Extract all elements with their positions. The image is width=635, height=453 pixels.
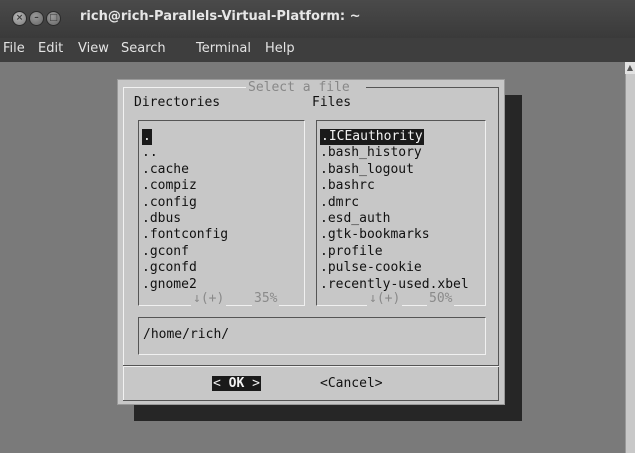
directories-list-item[interactable]: . (142, 129, 228, 146)
directories-item-label: .gnome2 (142, 276, 197, 292)
directories-list-item[interactable]: .fontconfig (142, 227, 228, 243)
ok-button-label: OK (228, 376, 245, 391)
directories-item-label: .config (142, 194, 197, 210)
directories-list-item[interactable]: .cache (142, 162, 228, 178)
directories-scroll-indicator: ↓(+) (191, 291, 227, 306)
dialog-border (123, 400, 499, 401)
directories-item-label: .cache (142, 161, 189, 177)
dialog-title: Select a file (248, 80, 350, 95)
files-item-label: .bash_history (320, 145, 422, 161)
menu-file[interactable]: File (3, 41, 25, 56)
files-item-label: .dmrc (320, 194, 360, 210)
files-item-label: .ICEauthority (320, 129, 424, 146)
menu-edit[interactable]: Edit (38, 41, 63, 56)
ok-button-left-bracket: < (213, 376, 221, 391)
directories-item-label: .fontconfig (142, 227, 229, 243)
files-list-item[interactable]: .bash_logout (320, 162, 469, 178)
directories-list[interactable]: ... .cache .compiz .config .dbus .fontconfig.… (138, 120, 305, 306)
directories-list-item[interactable]: .gconfd (142, 260, 228, 276)
directories-item-label: .gconfd (142, 260, 197, 276)
files-list-item[interactable]: .esd_auth (320, 211, 469, 227)
files-label: Files (312, 95, 352, 110)
minimize-window-button[interactable]: – (29, 11, 44, 26)
files-items: .ICEauthority .bash_history .bash_logout .b… (320, 129, 469, 293)
directories-list-item[interactable]: .dbus (142, 211, 228, 227)
directories-item-label: .. (142, 145, 158, 161)
close-window-button[interactable]: × (12, 11, 27, 26)
directories-list-item[interactable]: .config (142, 195, 228, 211)
directories-item-label: .gconf (142, 243, 189, 259)
files-list-item[interactable]: .pulse-cookie (320, 260, 469, 276)
directories-items: ... .cache .compiz .config .dbus .fontconfig.… (142, 129, 228, 293)
ok-button[interactable]: < OK > (212, 376, 261, 391)
dialog-border (123, 87, 124, 400)
files-item-label: .esd_auth (320, 210, 391, 226)
files-item-label: .profile (320, 243, 383, 259)
button-separator (123, 365, 499, 367)
cancel-button[interactable]: <Cancel> (320, 376, 383, 391)
close-icon: × (15, 13, 24, 23)
files-list-item[interactable]: .ICEauthority (320, 129, 469, 146)
window-title: rich@rich-Parallels-Virtual-Platform: ~ (80, 9, 361, 24)
files-item-label: .bash_logout (320, 161, 414, 177)
dialog-border (366, 87, 498, 88)
files-item-label: .recently-used.xbel (320, 276, 469, 292)
menu-help[interactable]: Help (265, 41, 295, 56)
terminal-window: × – □ rich@rich-Parallels-Virtual-Platfo… (0, 0, 635, 453)
files-percent: 50% (427, 291, 455, 306)
menu-terminal[interactable]: Terminal (196, 41, 251, 56)
files-item-label: .gtk-bookmarks (320, 227, 430, 243)
directories-label: Directories (134, 95, 221, 110)
files-item-label: .pulse-cookie (320, 260, 422, 276)
files-list-item[interactable]: .dmrc (320, 195, 469, 211)
directories-list-item[interactable]: .. (142, 145, 228, 161)
files-scroll-indicator: ↓(+) (367, 291, 403, 306)
files-item-label: .bashrc (320, 178, 375, 194)
directories-list-item[interactable]: .gconf (142, 244, 228, 260)
directories-percent: 35% (252, 291, 280, 306)
maximize-icon: □ (49, 13, 58, 23)
menu-bar: File Edit View Search Terminal Help (0, 38, 635, 62)
path-input[interactable]: /home/rich/ (138, 317, 486, 355)
minimize-icon: – (34, 13, 39, 23)
files-list-item[interactable]: .bashrc (320, 178, 469, 194)
menu-view[interactable]: View (78, 41, 109, 56)
select-file-dialog: Select a file Directories Files ... .cach… (117, 79, 505, 405)
files-list-item[interactable]: .bash_history (320, 145, 469, 161)
menu-search[interactable]: Search (121, 41, 166, 56)
maximize-window-button[interactable]: □ (46, 11, 61, 26)
directories-item-label: .dbus (142, 210, 182, 226)
files-list[interactable]: .ICEauthority .bash_history .bash_logout .b… (316, 120, 486, 306)
path-input-value: /home/rich/ (143, 327, 230, 342)
directories-item-label: .compiz (142, 178, 197, 194)
files-list-item[interactable]: .profile (320, 244, 469, 260)
dialog-border (123, 87, 246, 88)
dialog-border (498, 87, 499, 400)
ok-button-right-bracket: > (252, 376, 260, 391)
terminal-scrollbar[interactable] (625, 62, 635, 453)
title-bar: × – □ rich@rich-Parallels-Virtual-Platfo… (0, 0, 635, 38)
directories-list-item[interactable]: .compiz (142, 178, 228, 194)
files-list-item[interactable]: .gtk-bookmarks (320, 227, 469, 243)
directories-item-label: . (142, 129, 152, 146)
scroll-up-arrow-icon[interactable]: ▲ (625, 62, 635, 74)
